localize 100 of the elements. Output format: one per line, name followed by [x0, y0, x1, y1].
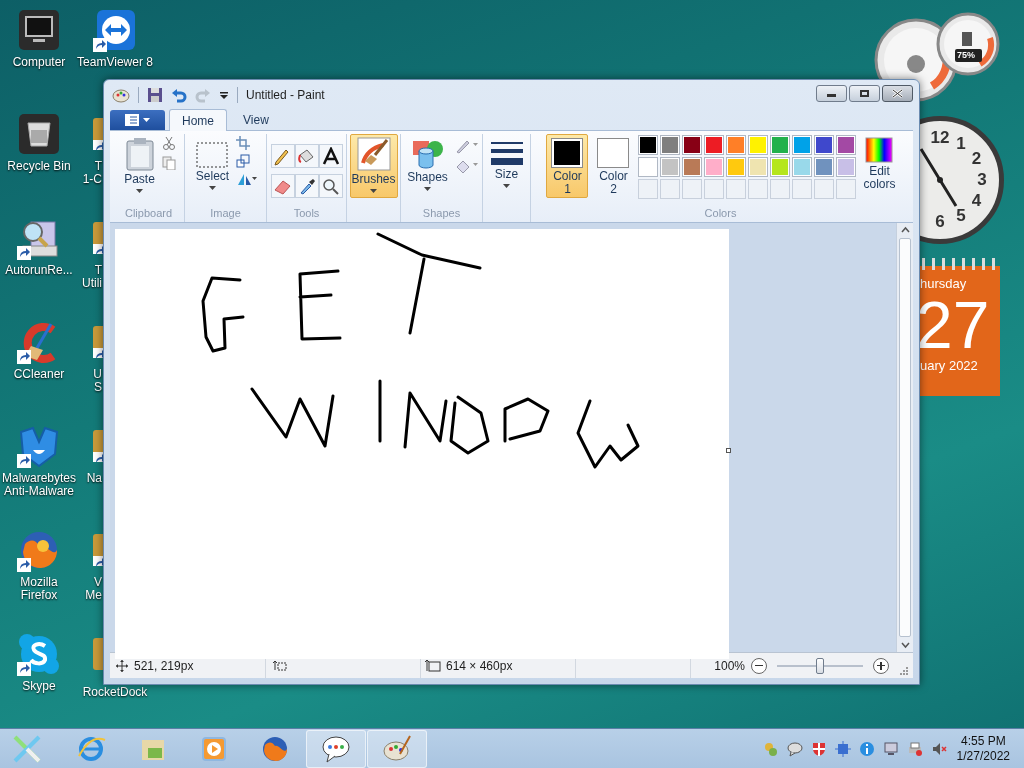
outline-pen-icon[interactable] — [454, 138, 479, 154]
shortcut-arrow-icon — [17, 662, 31, 676]
palette-swatch[interactable] — [770, 135, 791, 155]
close-icon — [892, 89, 903, 98]
icon-label: T — [94, 160, 102, 173]
icon-label: V — [94, 576, 102, 589]
move-cursor-icon — [116, 659, 128, 672]
image-size: 614 × 460px — [446, 657, 513, 675]
minimize-button[interactable] — [816, 85, 847, 102]
dashed-rectangle-icon — [196, 142, 229, 168]
vertical-scrollbar[interactable] — [896, 223, 913, 652]
dropdown-icon[interactable] — [219, 89, 229, 100]
ribbon-tab[interactable]: View — [231, 109, 281, 130]
computer-icon[interactable] — [17, 8, 61, 52]
group-label: Tools — [293, 206, 320, 221]
pencil-tool[interactable] — [270, 144, 295, 168]
icon-label: Malwarebytes — [2, 472, 76, 485]
palette-swatch[interactable] — [682, 135, 703, 155]
undo-icon[interactable] — [171, 86, 187, 103]
shortcut-arrow-icon — [17, 558, 31, 572]
select-button[interactable]: Select — [192, 134, 233, 192]
crop-icon[interactable] — [236, 136, 251, 150]
palette-swatch[interactable] — [792, 135, 813, 155]
zoom-in-button[interactable] — [873, 657, 889, 674]
palette-swatch[interactable] — [704, 157, 725, 177]
palette-swatch[interactable] — [770, 157, 791, 177]
letter-a-tool[interactable] — [318, 144, 343, 168]
icon-label: U — [93, 368, 102, 381]
group-label: Colors — [704, 206, 737, 221]
paint-bucket-tool[interactable] — [294, 144, 319, 168]
palette-swatch[interactable] — [726, 135, 747, 155]
file-menu-button[interactable] — [110, 110, 165, 130]
taskbar-clock[interactable]: 4:55 PM 1/27/2022 — [956, 733, 1010, 764]
ribbon-tab[interactable]: Home — [169, 109, 227, 131]
brushes-button[interactable]: Brushes — [349, 134, 398, 198]
eyedropper-tool[interactable] — [294, 174, 319, 198]
recycle-bin-icon[interactable] — [17, 112, 61, 156]
caret-icon — [136, 189, 143, 193]
magnifier-tool[interactable] — [318, 174, 343, 198]
caret-icon — [370, 189, 377, 193]
icon-label: S — [94, 381, 102, 394]
palette-swatch[interactable] — [836, 135, 857, 155]
info-icon[interactable] — [858, 740, 875, 757]
fill-bucket-icon[interactable] — [454, 158, 479, 174]
shapes-button[interactable]: Shapes — [404, 134, 451, 193]
color-slot-button[interactable]: Color 2 — [592, 134, 635, 198]
paste-button[interactable]: Paste — [121, 134, 158, 195]
copy-icon[interactable] — [161, 156, 176, 170]
resize-icon[interactable] — [236, 154, 251, 168]
taskbar-app-button[interactable] — [306, 729, 366, 768]
m-shield-icon[interactable] — [17, 424, 61, 468]
palette-swatch[interactable] — [682, 157, 703, 177]
magnifier-icon — [321, 176, 340, 196]
color-slot-button[interactable]: Color 1 — [546, 134, 589, 198]
caret-icon — [424, 187, 431, 191]
palette-swatch[interactable] — [638, 157, 659, 177]
zoom-slider-thumb[interactable] — [816, 657, 824, 674]
resize-handle[interactable] — [726, 448, 731, 453]
palette-swatch[interactable] — [748, 135, 769, 155]
monitor-icon[interactable] — [882, 740, 899, 757]
selection-size-icon — [273, 659, 287, 672]
icon-label: TeamViewer 8 — [77, 56, 153, 69]
clock-numeral: 6 — [935, 213, 945, 231]
icon-label: Firefox — [20, 589, 58, 602]
maximize-button[interactable] — [849, 85, 880, 102]
scissors-icon[interactable] — [161, 136, 176, 150]
shield-icon[interactable] — [810, 740, 827, 757]
printer-icon[interactable] — [906, 740, 923, 757]
speech-bubble-icon[interactable] — [786, 740, 803, 757]
clock-numeral: 5 — [956, 207, 966, 226]
palette-swatch[interactable] — [792, 157, 813, 177]
palette-swatch[interactable] — [660, 135, 681, 155]
palette-swatch[interactable] — [638, 135, 659, 155]
save-icon[interactable] — [147, 86, 163, 103]
size-button[interactable]: Size — [487, 134, 526, 190]
zoom-slider[interactable] — [777, 657, 863, 674]
palette-swatch[interactable] — [814, 135, 835, 155]
caret-icon — [143, 118, 150, 122]
icon-label: Utili — [82, 277, 102, 290]
eraser-tool[interactable] — [270, 174, 295, 198]
calendar-day: 27 — [916, 292, 1000, 358]
palette-swatch[interactable] — [814, 157, 835, 177]
rotate-icon[interactable] — [236, 172, 259, 186]
edit-colors-button[interactable]: Edit colors — [860, 134, 899, 193]
window-title: Untitled - Paint — [246, 86, 325, 104]
palette-swatch[interactable] — [704, 135, 725, 155]
group-label: Shapes — [422, 206, 461, 221]
zoom-out-button[interactable] — [751, 657, 767, 674]
taskbar-app-button[interactable] — [367, 729, 427, 768]
close-button[interactable] — [882, 85, 913, 102]
letter-a-icon — [321, 146, 340, 166]
icon-label: AutorunRe... — [5, 264, 73, 277]
brush-icon — [356, 137, 391, 171]
icon-label: Skype — [22, 680, 56, 693]
shortcut-arrow-icon — [93, 38, 107, 52]
palette-swatch[interactable] — [836, 157, 857, 177]
palette-swatch[interactable] — [726, 157, 747, 177]
network-icon[interactable] — [834, 740, 851, 757]
palette-swatch[interactable] — [660, 157, 681, 177]
palette-swatch[interactable] — [748, 157, 769, 177]
